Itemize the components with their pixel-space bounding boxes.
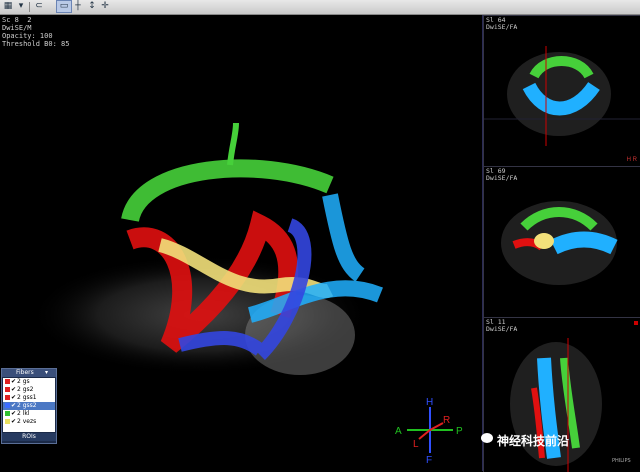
grid-icon[interactable]: ▾ [15,1,27,12]
fibers-panel-title[interactable]: Fibers ▾ [2,369,56,377]
toolbar: ▦ ▾ ⊂ ▭ ┼ ↕ ✛ [0,0,640,15]
check-icon[interactable]: ✔ [11,394,16,402]
fiber-item[interactable]: ✔ 2 vezs [3,418,55,426]
side-view-2[interactable]: Sl 69 DwiSE/FA [483,166,640,317]
orient-f: F [426,455,432,465]
orient-p: P [456,426,463,437]
link-icon[interactable]: ⊂ [33,1,45,12]
fiber-color-swatch [5,387,10,392]
fiber-color-swatch [5,403,10,408]
rois-tab[interactable]: ROIs [2,433,56,441]
wechat-icon [481,433,493,443]
orient-a: A [395,426,402,437]
orientation-indicator: H F A P R L [395,397,463,465]
check-icon[interactable]: ✔ [11,402,16,410]
check-icon[interactable]: ✔ [11,378,16,386]
fiber-color-swatch [5,411,10,416]
philips-label: PHILIPS [612,458,631,464]
fiber-color-swatch [5,419,10,424]
fiber-color-swatch [5,395,10,400]
fiber-item[interactable]: ✔ 2 gss1 [3,394,55,402]
cursor-icon[interactable]: ↕ [86,1,98,12]
fiber-green-top [227,122,239,166]
check-icon[interactable]: ✔ [11,410,16,418]
crosshair-icon[interactable]: ✛ [99,1,111,12]
side-view-orientation: H R [626,157,637,163]
fibers-list: ✔ 2 gs ✔ 2 gs2 ✔ 2 gss1 ✔ 2 gss2 ✔ 2 lkl ✔ 2 v… [3,378,55,432]
display-icon[interactable]: ▭ [56,0,72,13]
ruler-icon[interactable]: ┼ [72,1,84,12]
coronal-render [484,46,640,146]
orient-h: H [426,397,433,408]
fiber-color-swatch [5,379,10,384]
axial-render [501,201,618,285]
fiber-item[interactable]: ✔ 2 lkl [3,410,55,418]
fiber-green [121,159,334,223]
chevron-down-icon[interactable]: ▾ [45,369,48,377]
check-icon[interactable]: ✔ [11,386,16,394]
toolbar-separator [29,2,30,12]
fibers-panel: Fibers ▾ ✔ 2 gs ✔ 2 gs2 ✔ 2 gss1 ✔ 2 gss2 ✔ 2 … [1,368,57,444]
fiber-item[interactable]: ✔ 2 gss2 [3,402,55,410]
fiber-item[interactable]: ✔ 2 gs [3,378,55,386]
fiber-item[interactable]: ✔ 2 gs2 [3,386,55,394]
layout-icon[interactable]: ▦ [2,1,14,12]
watermark-text: 神经科技前沿 [497,434,570,448]
orient-l: L [413,439,419,450]
check-icon[interactable]: ✔ [11,418,16,426]
orient-r: R [443,415,450,426]
side-view-1[interactable]: Sl 64 DwiSE/FA H R [483,15,640,166]
